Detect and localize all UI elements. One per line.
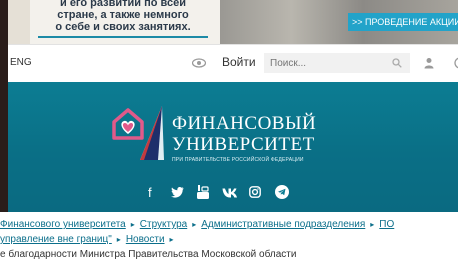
breadcrumb-row-1: Финансового университета ▸ Структура ▸ Админ…: [0, 219, 394, 230]
promo-banner[interactable]: и его развитии по всей стране, а также н…: [8, 0, 458, 44]
breadcrumb-separator-icon: ▸: [169, 235, 174, 244]
breadcrumb-item-university[interactable]: Финансового университета: [0, 219, 126, 230]
university-title-line-1: ФИНАНСОВЫЙ: [172, 113, 317, 134]
breadcrumb-separator-icon: ▸: [116, 235, 121, 244]
breadcrumb-row-2: управление вне границ" ▸ Новости ▸: [0, 234, 179, 245]
user-icon[interactable]: [423, 57, 435, 69]
hero-header: ФИНАНСОВЫЙ УНИВЕРСИТЕТ ПРИ ПРАВИТЕЛЬСТВЕ…: [8, 82, 458, 212]
breadcrumb-item-department[interactable]: управление вне границ": [0, 234, 112, 245]
breadcrumb-separator-icon: ▸: [192, 220, 197, 229]
search-icon[interactable]: [392, 58, 402, 68]
vk-icon[interactable]: [222, 188, 239, 198]
banner-text-line-1: и его развитии по всей: [60, 0, 186, 9]
search-input[interactable]: [264, 53, 410, 73]
banner-text-line-3: о себе и своих занятиях.: [55, 21, 191, 33]
breadcrumb-current-page: е благодарности Министра Правительства М…: [0, 249, 297, 260]
language-switch[interactable]: ENG: [10, 57, 32, 68]
eye-icon[interactable]: [192, 58, 206, 68]
university-title-line-2: УНИВЕРСИТЕТ: [172, 134, 315, 155]
telegram-icon[interactable]: [275, 185, 289, 199]
banner-cta-button[interactable]: >> ПРОВЕДЕНИЕ АКЦИИ: [348, 13, 458, 31]
top-bar-divider: [8, 44, 458, 45]
university-subtitle: ПРИ ПРАВИТЕЛЬСТВЕ РОССИЙСКОЙ ФЕДЕРАЦИИ: [172, 157, 304, 163]
banner-text-line-2: стране, а также немного: [57, 9, 189, 21]
breadcrumb-separator-icon: ▸: [130, 220, 135, 229]
facebook-icon[interactable]: f: [148, 186, 152, 199]
breadcrumb-item-po[interactable]: ПО: [379, 219, 394, 230]
breadcrumb-current: е благодарности Министра Правительства М…: [0, 249, 296, 260]
breadcrumb-item-admin-divisions[interactable]: Административные подразделения: [201, 219, 365, 230]
login-link[interactable]: Войти: [222, 55, 256, 69]
twitter-icon[interactable]: [171, 187, 184, 198]
top-bar: ENG Войти: [8, 44, 458, 82]
university-logo[interactable]: [110, 102, 170, 164]
breadcrumb-separator-icon: ▸: [370, 220, 375, 229]
breadcrumb-item-structure[interactable]: Структура: [140, 219, 187, 230]
youtube-icon[interactable]: [197, 185, 209, 199]
instagram-icon[interactable]: [249, 186, 261, 198]
accessibility-icon[interactable]: [454, 57, 458, 69]
breadcrumb-item-news[interactable]: Новости: [126, 234, 165, 245]
breadcrumb: Финансового университета ▸ Структура ▸ Админ…: [0, 212, 458, 260]
banner-underline: [38, 36, 208, 38]
